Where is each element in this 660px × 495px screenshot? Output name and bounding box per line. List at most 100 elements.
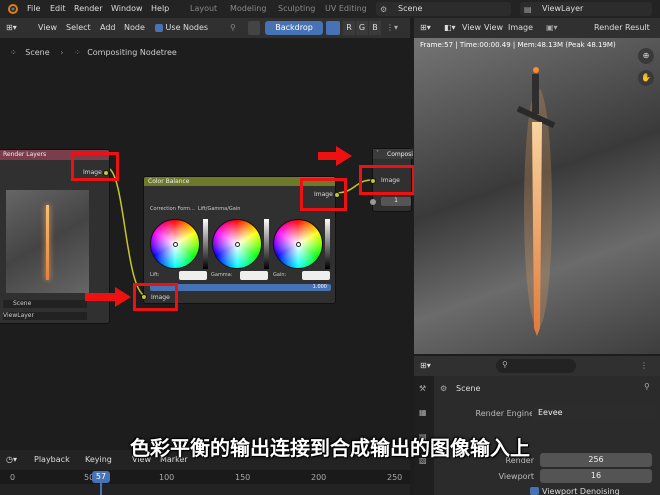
- correction-formula-value[interactable]: Lift/Gamma/Gain: [198, 206, 240, 212]
- blender-logo-icon[interactable]: [6, 4, 18, 14]
- checkbox-checked-icon: [155, 23, 163, 32]
- properties-editor-type-icon[interactable]: ⊞▾: [420, 359, 431, 373]
- menu-render[interactable]: Render: [74, 4, 102, 13]
- gamma-color-wheel[interactable]: [212, 219, 262, 269]
- channel-b[interactable]: B: [369, 21, 381, 35]
- gamma-wheel-cursor[interactable]: [235, 242, 240, 247]
- scene-name: Scene: [398, 4, 423, 13]
- menu-help[interactable]: Help: [151, 4, 169, 13]
- view-layer-name: ViewLayer: [542, 4, 584, 13]
- composite-title: Composite: [387, 151, 413, 158]
- channel-rgb-icon[interactable]: [326, 21, 340, 35]
- tool-tab-icon[interactable]: ⚒: [419, 384, 426, 393]
- chevron-down-icon[interactable]: ˅: [376, 150, 379, 157]
- render-preview-image: [6, 190, 89, 293]
- menu-window[interactable]: Window: [111, 4, 143, 13]
- viewer-view-icon[interactable]: ◧▾: [444, 21, 456, 35]
- tab-layout[interactable]: Layout: [190, 4, 217, 13]
- gamma-color-swatch[interactable]: [240, 271, 268, 280]
- playhead[interactable]: [100, 483, 102, 495]
- menu-edit[interactable]: Edit: [50, 4, 66, 13]
- gain-label: Gain:: [273, 272, 287, 278]
- gain-value-slider[interactable]: [325, 219, 330, 269]
- top-bar: File Edit Render Window Help Layout Mode…: [0, 0, 660, 18]
- tick-100: 100: [159, 473, 175, 482]
- lift-color-wheel[interactable]: [150, 219, 200, 269]
- fac-value: 1.000: [312, 284, 327, 290]
- timeline-ruler[interactable]: [0, 470, 410, 484]
- editor-type-icon[interactable]: ⊞▾: [6, 21, 17, 35]
- tick-0: 0: [10, 473, 16, 482]
- gain-wheel-cursor[interactable]: [296, 242, 301, 247]
- render-engine-dropdown[interactable]: Eevee: [532, 406, 656, 420]
- menu-node[interactable]: Node: [124, 21, 145, 35]
- properties-scene-name: Scene: [456, 384, 481, 393]
- lift-color-swatch[interactable]: [179, 271, 207, 280]
- pin-icon[interactable]: ⚲: [230, 21, 236, 35]
- render-result-name[interactable]: Render Result: [594, 21, 650, 35]
- menu-add[interactable]: Add: [100, 21, 116, 35]
- arrow-shaft-top: [318, 152, 338, 160]
- backdrop-toggle[interactable]: Backdrop: [265, 21, 323, 35]
- channel-r[interactable]: R: [343, 21, 355, 35]
- properties-header: ⊞▾ ⚲ ⋮: [414, 356, 660, 376]
- node-editor-header: ⊞▾ View Select Add Node Use Nodes ⚲ Back…: [0, 18, 410, 38]
- node-tree-icon[interactable]: [248, 21, 260, 35]
- menu-file[interactable]: File: [27, 4, 40, 13]
- render-tab-icon[interactable]: ▦: [419, 408, 427, 417]
- lift-value-slider[interactable]: [203, 219, 208, 269]
- use-nodes-toggle[interactable]: Use Nodes: [155, 21, 208, 35]
- link-render-to-colorbalance: [107, 167, 146, 297]
- gain-color-swatch[interactable]: [302, 271, 330, 280]
- pin-icon[interactable]: ⚲: [644, 382, 650, 391]
- lift-wheel-cursor[interactable]: [173, 242, 178, 247]
- arrow-to-colorbalance-input-icon: [115, 287, 131, 307]
- current-frame-indicator[interactable]: 57: [92, 471, 110, 483]
- arrow-to-composite-icon: [336, 146, 352, 166]
- viewer-editor-type-icon[interactable]: ⊞▾: [420, 21, 431, 35]
- scene-selector[interactable]: ⚙ Scene: [376, 2, 511, 16]
- render-layers-title: Render Layers: [3, 151, 47, 158]
- viewport-denoising-label: Viewport Denoising: [542, 487, 620, 495]
- gain-color-wheel[interactable]: [273, 219, 323, 269]
- tab-modeling[interactable]: Modeling: [230, 4, 266, 13]
- viewer-menu-view[interactable]: View: [462, 21, 481, 35]
- sword-render: [516, 67, 556, 336]
- render-layers-layer[interactable]: ViewLayer: [3, 312, 87, 320]
- menu-view[interactable]: View: [38, 21, 57, 35]
- tab-sculpting[interactable]: Sculpting: [278, 4, 315, 13]
- highlight-composite-input: [359, 165, 415, 195]
- use-nodes-label: Use Nodes: [165, 23, 209, 32]
- lift-label: Lift:: [150, 272, 160, 278]
- sword-preview: [46, 205, 49, 280]
- render-result-viewer[interactable]: Frame:57 | Time:00:00.49 | Mem:48.13M (P…: [414, 38, 660, 354]
- arrow-shaft-bottom: [85, 293, 117, 301]
- node-canvas[interactable]: ⁘ Scene › ⁘ Compositing Nodetree Render …: [0, 38, 415, 450]
- composite-alpha-socket[interactable]: [370, 199, 376, 205]
- layers-icon: ▤: [524, 5, 532, 14]
- composite-header[interactable]: ˅ Composite: [373, 149, 413, 159]
- viewport-samples-label: Viewport: [498, 472, 534, 481]
- tick-250: 250: [387, 473, 403, 482]
- tick-150: 150: [235, 473, 251, 482]
- viewer-menu-view-2[interactable]: View: [484, 21, 503, 35]
- image-browse-icon[interactable]: ▣▾: [546, 21, 558, 35]
- gamma-value-slider[interactable]: [264, 219, 269, 269]
- highlight-colorbalance-output: [300, 178, 347, 211]
- correction-formula-label: Correction Form...: [150, 206, 195, 212]
- tab-uv-editing[interactable]: UV Editing: [325, 4, 367, 13]
- scene-icon: ⚙: [380, 5, 388, 14]
- viewport-samples-field[interactable]: 16: [540, 469, 652, 483]
- highlight-render-output: [71, 152, 119, 181]
- channel-g[interactable]: G: [356, 21, 368, 35]
- composite-alpha-value[interactable]: 1: [381, 197, 411, 206]
- image-viewer-header: ⊞▾ ◧▾ View View Image ▣▾ Render Result: [414, 18, 660, 38]
- render-layers-scene[interactable]: Scene: [3, 300, 87, 308]
- properties-search-field[interactable]: ⚲: [496, 359, 576, 373]
- viewer-menu-image[interactable]: Image: [508, 21, 533, 35]
- menu-dropdown-icon[interactable]: ⋮▾: [386, 21, 398, 35]
- view-layer-selector[interactable]: ▤ ViewLayer: [520, 2, 652, 16]
- properties-options-icon[interactable]: ⋮: [640, 359, 648, 373]
- menu-select[interactable]: Select: [66, 21, 91, 35]
- viewport-denoising-checkbox[interactable]: [530, 487, 539, 495]
